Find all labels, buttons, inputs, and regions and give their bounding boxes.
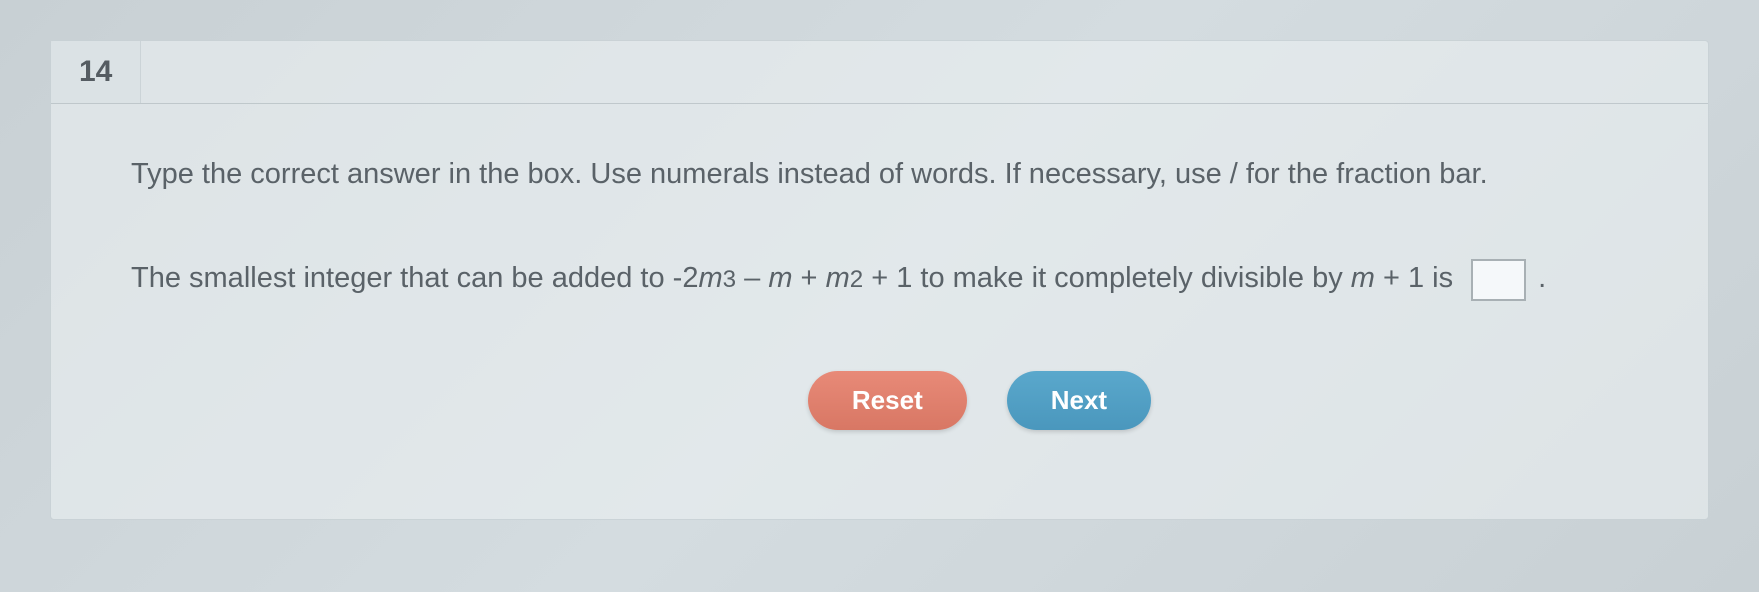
button-row: Reset Next: [131, 371, 1628, 430]
next-button[interactable]: Next: [1007, 371, 1151, 430]
math-var-m4: m: [1351, 255, 1375, 301]
prompt-text-1: The smallest integer that can be added t…: [131, 255, 698, 301]
question-number: 14: [51, 41, 141, 103]
prompt-text-3: +: [793, 255, 826, 301]
prompt-period: .: [1538, 255, 1546, 301]
reset-button[interactable]: Reset: [808, 371, 967, 430]
question-card: 14 Type the correct answer in the box. U…: [50, 40, 1709, 520]
math-var-m3: m: [826, 255, 850, 301]
instructions-text: Type the correct answer in the box. Use …: [131, 154, 1628, 195]
math-var-m1: m: [698, 255, 722, 301]
math-exp-2: 2: [850, 261, 863, 300]
question-prompt: The smallest integer that can be added t…: [131, 255, 1628, 301]
prompt-text-4: + 1 to make it completely divisible by: [863, 255, 1351, 301]
math-var-m2: m: [768, 255, 792, 301]
question-content: Type the correct answer in the box. Use …: [51, 104, 1708, 460]
question-header: 14: [51, 41, 1708, 104]
prompt-text-2: –: [736, 255, 768, 301]
answer-input[interactable]: [1471, 259, 1526, 301]
prompt-text-5: + 1 is: [1375, 255, 1453, 301]
math-exp-3: 3: [723, 261, 736, 300]
